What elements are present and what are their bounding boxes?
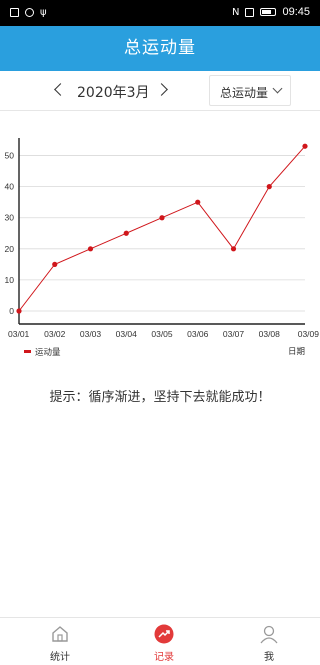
- tab-me-label: 我: [264, 652, 274, 663]
- x-tick-label: 03/01: [8, 329, 30, 339]
- trend-icon: [154, 624, 174, 644]
- x-tick-label: 03/06: [187, 329, 209, 339]
- date-nav: 2020年3月 总运动量: [0, 71, 320, 111]
- tab-stats-label: 统计: [50, 652, 70, 663]
- series-line: [18, 145, 306, 312]
- data-point: [52, 261, 58, 267]
- data-point: [230, 246, 237, 252]
- chevron-down-icon: [272, 83, 283, 94]
- y-tick-label: 30: [5, 213, 15, 223]
- x-tick-label: 03/07: [223, 329, 245, 339]
- data-point: [302, 143, 308, 149]
- tab-me[interactable]: 我: [229, 618, 309, 665]
- data-point: [16, 308, 22, 314]
- x-tick-label: 03/09: [298, 329, 320, 339]
- tab-stats[interactable]: 统计: [20, 618, 100, 665]
- y-tick-label: 50: [5, 151, 15, 161]
- data-point: [87, 246, 94, 252]
- vibrate-icon: [245, 7, 255, 17]
- metric-select[interactable]: 总运动量: [209, 75, 291, 106]
- bottom-tab-bar: 统计 记录 我: [0, 617, 320, 664]
- status-left-icons: ψ: [10, 7, 47, 18]
- nfc-icon: N: [231, 6, 240, 18]
- status-right-icons: N 09:45: [232, 6, 310, 18]
- app-bar: 总运动量: [0, 26, 320, 71]
- data-point: [266, 184, 272, 190]
- data-point: [195, 199, 201, 205]
- y-tick-label: 10: [5, 275, 15, 285]
- chart-svg: 0 10 20 30 40 50 03/01 03/02 03/03 03/04 03/05 03/0…: [5, 138, 320, 357]
- wifi-icon: [25, 8, 34, 17]
- current-month: 2020年3月: [77, 85, 150, 101]
- battery-icon: [260, 8, 277, 16]
- y-tick-label: 0: [9, 306, 14, 316]
- user-icon: [260, 625, 278, 644]
- x-tick-label: 03/04: [116, 329, 138, 339]
- legend-swatch: [24, 350, 31, 353]
- x-axis-label: 日期: [288, 346, 305, 356]
- legend-label: 运动量: [35, 347, 61, 357]
- page-title: 总运动量: [124, 38, 196, 58]
- status-time: 09:45: [282, 6, 310, 18]
- y-tick-label: 40: [5, 182, 15, 192]
- next-month-button[interactable]: [154, 79, 174, 103]
- status-bar: ψ N 09:45: [0, 0, 320, 26]
- data-point: [159, 215, 165, 221]
- x-tick-label: 03/02: [44, 329, 66, 339]
- chevron-left-icon: [54, 83, 67, 96]
- usb-icon: ψ: [40, 7, 47, 18]
- tab-record[interactable]: 记录: [124, 618, 204, 665]
- home-icon: [52, 626, 68, 642]
- tip-text: 提示：循序渐进，坚持下去就能成功！: [49, 390, 271, 405]
- line-chart: 0 10 20 30 40 50 03/01 03/02 03/03 03/04 03/05 03/0…: [0, 126, 320, 366]
- metric-select-value: 总运动量: [220, 86, 269, 100]
- x-tick-label: 03/03: [80, 329, 102, 339]
- x-tick-label: 03/05: [151, 329, 173, 339]
- chevron-right-icon: [155, 83, 168, 96]
- prev-month-button[interactable]: [49, 79, 69, 103]
- x-tick-label: 03/08: [259, 329, 281, 339]
- y-tick-label: 20: [5, 244, 15, 254]
- data-point: [123, 230, 129, 236]
- tab-record-label: 记录: [154, 652, 174, 663]
- notification-icon: [10, 8, 19, 17]
